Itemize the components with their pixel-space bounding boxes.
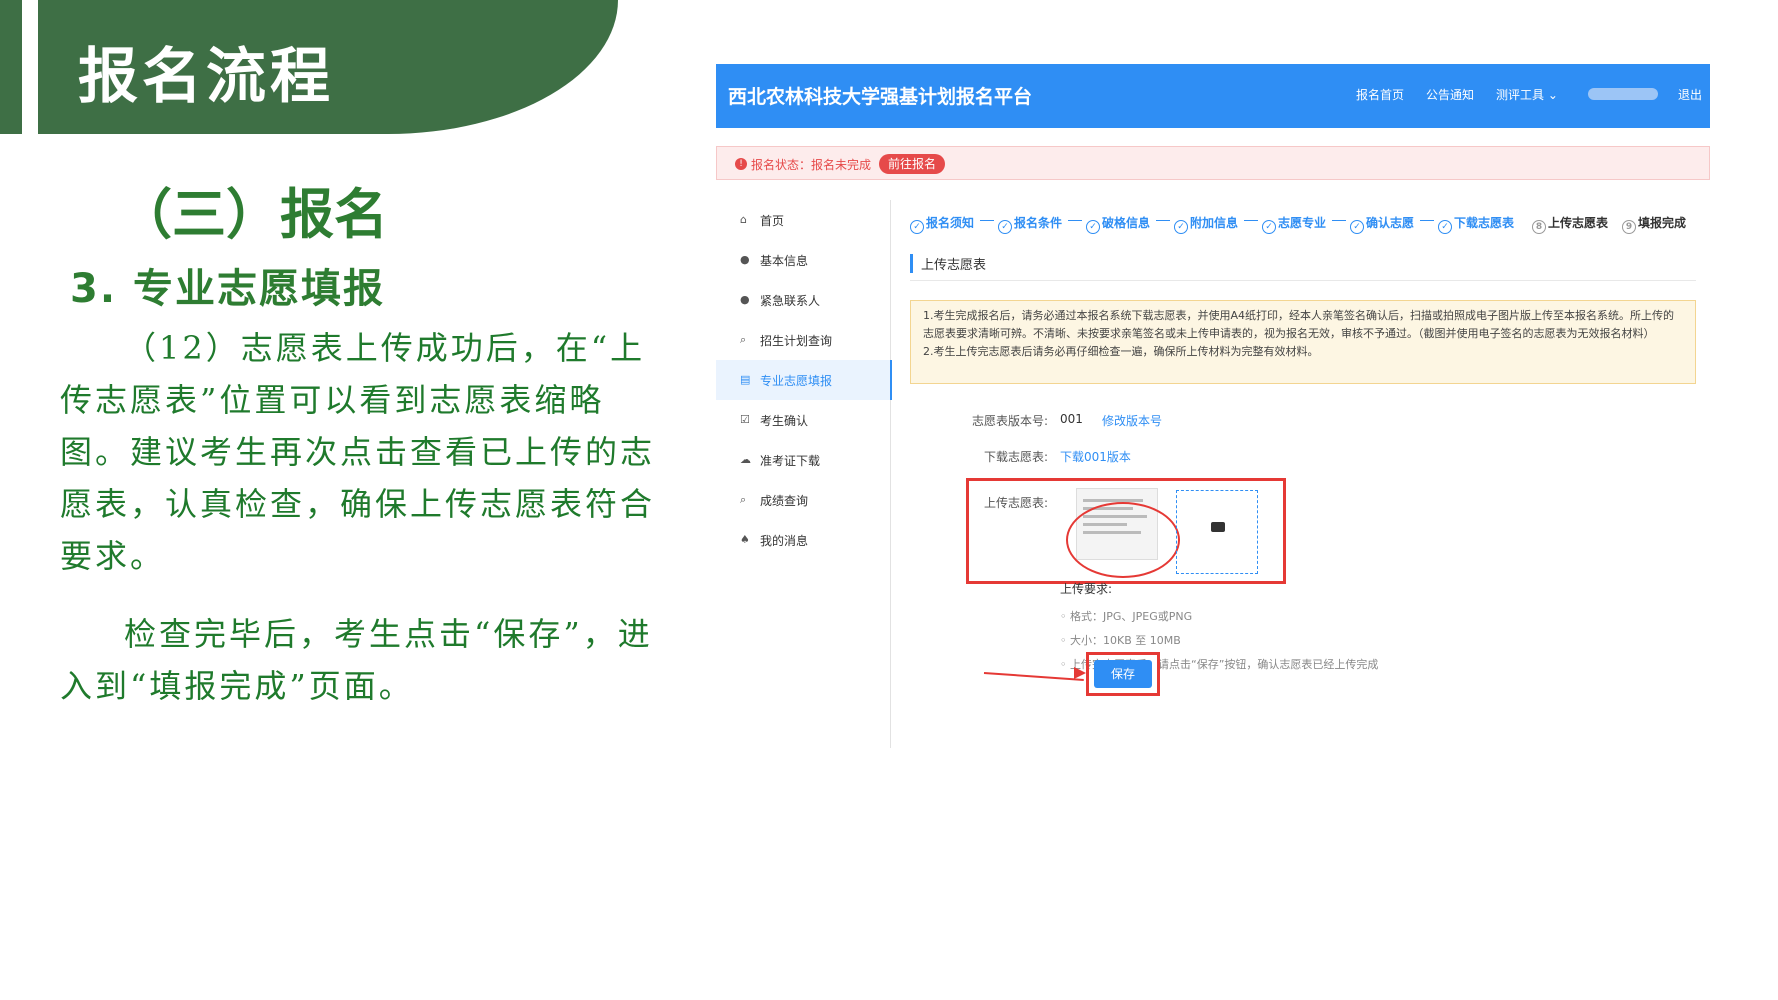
step-9[interactable]: 9 填报完成: [1622, 214, 1686, 234]
sidebar-item-messages[interactable]: ♠ 我的消息: [716, 520, 890, 560]
sidebar-item-confirm[interactable]: ☑ 考生确认: [716, 400, 890, 440]
requirement-format: ◦ 格式：JPG、JPEG或PNG: [1060, 610, 1193, 623]
upload-slot[interactable]: [1176, 490, 1258, 574]
search-icon: ⌕: [740, 333, 747, 346]
notice-line-2: 2.考生上传完志愿表后请务必再仔细检查一遍，确保所上传材料为完整有效材料。: [923, 345, 1319, 358]
section-heading: （三）报名: [118, 183, 388, 246]
sub-heading: 3. 专业志愿填报: [70, 266, 385, 312]
sidebar-item-basic-info[interactable]: ● 基本信息: [716, 240, 890, 280]
status-text: 报名状态：报名未完成: [751, 158, 872, 172]
check-icon: ✓: [910, 220, 924, 234]
platform-brand: 西北农林科技大学强基计划报名平台: [728, 86, 1033, 108]
status-bar: ! 报名状态：报名未完成 前往报名: [716, 146, 1710, 180]
step-2[interactable]: ✓ 报名条件: [998, 214, 1062, 234]
instruction-paragraph-1: （12）志愿表上传成功后，在“上传志愿表”位置可以看到志愿表缩略图。建议考生再次…: [60, 329, 656, 575]
nav-logout[interactable]: 退出: [1678, 86, 1702, 103]
section-label: 上传志愿表: [910, 254, 986, 273]
instruction-paragraph-2: 检查完毕后，考生点击“保存”，进入到“填报完成”页面。: [60, 615, 653, 705]
sidebar-item-score-query[interactable]: ⌕ 成绩查询: [716, 480, 890, 520]
sidebar-item-label: 基本信息: [760, 254, 809, 268]
user-icon: ●: [740, 253, 750, 266]
sidebar-item-label: 考生确认: [760, 414, 809, 428]
step-4[interactable]: ✓ 附加信息: [1174, 214, 1238, 234]
requirements-title: 上传要求:: [1060, 582, 1113, 596]
top-navbar: 西北农林科技大学强基计划报名平台 报名首页 公告通知 测评工具 ⌄ 退出: [716, 64, 1710, 128]
check-icon: ✓: [1262, 220, 1276, 234]
step-5[interactable]: ✓ 志愿专业: [1262, 214, 1326, 234]
alert-icon: !: [735, 158, 747, 170]
step-connector: [1332, 220, 1346, 221]
sidebar-item-label: 首页: [760, 214, 785, 228]
platform-screenshot: 西北农林科技大学强基计划报名平台 报名首页 公告通知 测评工具 ⌄ 退出 ! 报…: [716, 64, 1710, 748]
step-connector: [1420, 220, 1434, 221]
sidebar-item-label: 专业志愿填报: [760, 374, 833, 388]
nav-tools[interactable]: 测评工具 ⌄: [1496, 86, 1558, 103]
sidebar-item-label: 紧急联系人: [760, 294, 821, 308]
accent-bar: [0, 0, 22, 134]
step-connector: [1244, 220, 1258, 221]
version-label: 志愿表版本号:: [971, 414, 1048, 428]
slide-title: 报名流程: [78, 42, 334, 112]
sidebar-item-emergency-contact[interactable]: ● 紧急联系人: [716, 280, 890, 320]
step-connector: [1156, 220, 1170, 221]
step-3[interactable]: ✓ 破格信息: [1086, 214, 1150, 234]
download-version-link[interactable]: 下载001版本: [1060, 448, 1131, 465]
pointer-arrow: [983, 672, 1084, 681]
checkbox-icon: ☑: [740, 413, 750, 426]
sidebar-item-label: 我的消息: [760, 534, 809, 548]
home-icon: ⌂: [740, 213, 747, 226]
bell-icon: ♠: [740, 533, 750, 546]
nav-announcements[interactable]: 公告通知: [1426, 86, 1474, 103]
sidebar-item-label: 招生计划查询: [760, 334, 833, 348]
sidebar-item-major-preference[interactable]: ▤ 专业志愿填报: [716, 360, 892, 400]
step-7[interactable]: ✓ 下载志愿表: [1438, 214, 1514, 234]
check-icon: ✓: [998, 220, 1012, 234]
upload-label: 上传志愿表:: [983, 496, 1048, 510]
go-register-button[interactable]: 前往报名: [879, 154, 945, 174]
document-icon: ▤: [740, 373, 751, 386]
check-icon: ✓: [1350, 220, 1364, 234]
edit-version-link[interactable]: 修改版本号: [1102, 412, 1162, 429]
step-1[interactable]: ✓ 报名须知: [910, 214, 974, 234]
arrow-head-icon: [1074, 667, 1086, 679]
step-6[interactable]: ✓ 确认志愿: [1350, 214, 1414, 234]
sidebar: ⌂ 首页 ● 基本信息 ● 紧急联系人 ⌕ 招生计划查询 ▤ 专业志愿填报 ☑ 考生确认 ☁…: [716, 200, 892, 748]
sidebar-item-plan-query[interactable]: ⌕ 招生计划查询: [716, 320, 890, 360]
search-icon: ⌕: [740, 493, 747, 506]
notice-line-1: 1.考生完成报名后，请务必通过本报名系统下载志愿表，并使用A4纸打印，经本人亲笔…: [923, 309, 1675, 340]
check-icon: ✓: [1086, 220, 1100, 234]
save-button[interactable]: 保存: [1094, 660, 1152, 688]
sidebar-item-label: 准考证下载: [760, 454, 821, 468]
nav-home[interactable]: 报名首页: [1356, 86, 1404, 103]
divider: [910, 280, 1696, 281]
user-name-blurred: [1588, 88, 1658, 100]
sidebar-item-admission-ticket[interactable]: ☁ 准考证下载: [716, 440, 890, 480]
version-value: 001: [1060, 412, 1083, 426]
cloud-download-icon: ☁: [740, 453, 751, 466]
step-connector: [1068, 220, 1082, 221]
step-8[interactable]: 8 上传志愿表: [1532, 214, 1608, 234]
check-icon: ✓: [1174, 220, 1188, 234]
user-icon: ●: [740, 293, 750, 306]
sidebar-item-home[interactable]: ⌂ 首页: [716, 200, 890, 240]
camera-icon: [1211, 522, 1225, 532]
step-connector: [980, 220, 994, 221]
download-label: 下载志愿表:: [983, 450, 1048, 464]
check-icon: ✓: [1438, 220, 1452, 234]
sidebar-item-label: 成绩查询: [760, 494, 809, 508]
requirement-size: ◦ 大小：10KB 至 10MB: [1060, 634, 1181, 647]
thumbnail-highlight-circle: [1066, 502, 1180, 578]
notice-box: 1.考生完成报名后，请务必通过本报名系统下载志愿表，并使用A4纸打印，经本人亲笔…: [910, 300, 1696, 384]
